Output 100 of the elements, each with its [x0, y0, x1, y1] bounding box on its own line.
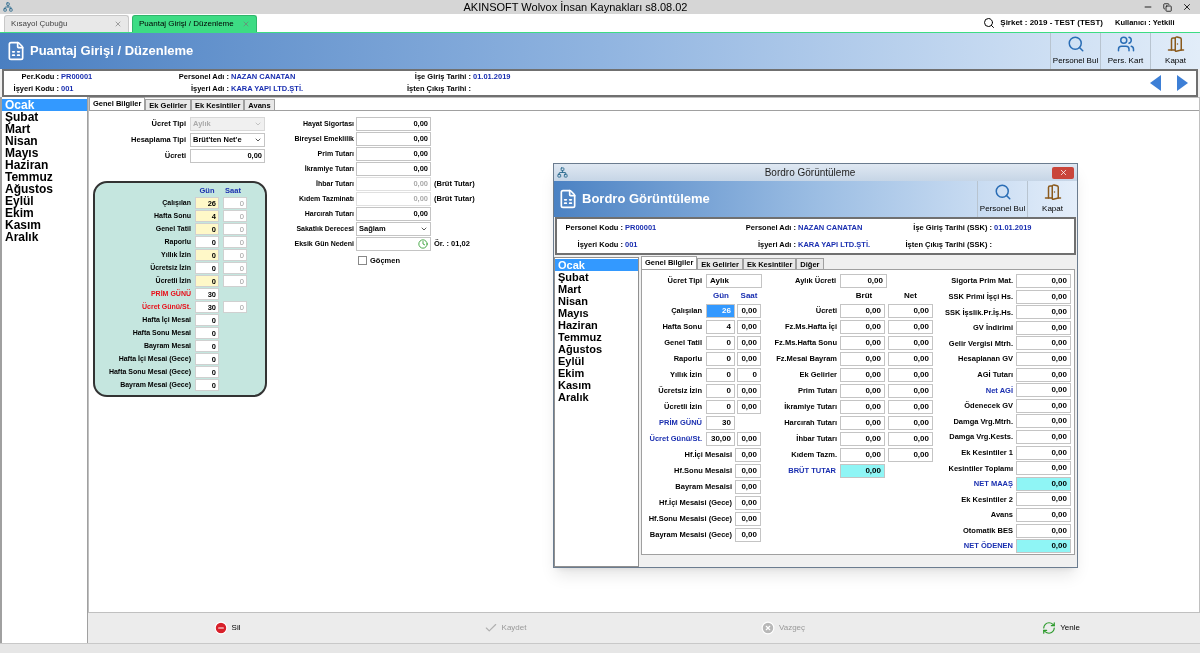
- checkbox[interactable]: [358, 256, 367, 266]
- input-field[interactable]: 0,00: [840, 352, 885, 366]
- action-button[interactable]: Yenle: [1042, 621, 1080, 635]
- month-item[interactable]: Haziran: [555, 319, 638, 331]
- input-field[interactable]: 30: [706, 416, 735, 430]
- input-field[interactable]: 0,00: [735, 496, 761, 510]
- month-item[interactable]: Eylül: [555, 355, 638, 367]
- input-field[interactable]: 0,00: [1016, 383, 1071, 398]
- input-field[interactable]: 0,00: [735, 480, 761, 494]
- month-item[interactable]: Mart: [2, 123, 87, 135]
- input-field[interactable]: 0,00: [1016, 398, 1071, 413]
- input-field[interactable]: 0,00: [840, 400, 885, 414]
- input-field[interactable]: 0,00: [1016, 429, 1071, 444]
- input-field[interactable]: 0,00: [840, 384, 885, 398]
- month-item[interactable]: Ekim: [555, 367, 638, 379]
- input-field[interactable]: 0,00: [1016, 492, 1071, 507]
- input-field[interactable]: 0,00: [1016, 289, 1071, 304]
- input-field[interactable]: 0,00: [888, 432, 933, 446]
- input-field[interactable]: 0,00: [840, 274, 887, 288]
- input-field[interactable]: 0,00: [888, 384, 933, 398]
- input-field[interactable]: 0,00: [840, 416, 885, 430]
- input-field[interactable]: 0,00: [888, 400, 933, 414]
- input-field[interactable]: 0,00: [840, 368, 885, 382]
- input-field[interactable]: 0,00: [840, 464, 885, 478]
- tab[interactable]: Puantaj Girişi / Düzenleme: [132, 15, 257, 32]
- month-item[interactable]: Ağustos: [555, 343, 638, 355]
- input-field[interactable]: 0,00: [735, 464, 761, 478]
- input-field[interactable]: 0: [737, 368, 761, 382]
- input-field[interactable]: 0,00: [737, 320, 761, 334]
- input-field[interactable]: 0,00: [737, 304, 761, 318]
- input-field[interactable]: 0,00: [888, 368, 933, 382]
- input-field[interactable]: 0,00: [888, 448, 933, 462]
- input-field[interactable]: 4: [706, 320, 735, 334]
- restore-icon[interactable]: [1163, 2, 1172, 12]
- input-field[interactable]: 0,00: [1016, 305, 1071, 320]
- month-item[interactable]: Ekim: [2, 207, 87, 219]
- input-field[interactable]: 0,00: [737, 384, 761, 398]
- input-field[interactable]: 0: [706, 400, 735, 414]
- previous-icon[interactable]: [1150, 75, 1162, 91]
- input-field[interactable]: 0,00: [1016, 336, 1071, 351]
- input-field[interactable]: 0,00: [840, 448, 885, 462]
- input-field[interactable]: 0,00: [888, 352, 933, 366]
- close-icon[interactable]: [1182, 2, 1192, 12]
- input-field[interactable]: 0,00: [1016, 320, 1071, 335]
- action-button[interactable]: Sil: [213, 621, 241, 635]
- month-item[interactable]: Nisan: [555, 295, 638, 307]
- input-field[interactable]: 0,00: [888, 336, 933, 350]
- input-field[interactable]: 0,00: [1016, 414, 1071, 429]
- input-field[interactable]: 0,00: [735, 512, 761, 526]
- month-item[interactable]: Temmuz: [555, 331, 638, 343]
- search-icon[interactable]: [983, 17, 996, 29]
- month-item[interactable]: Haziran: [2, 159, 87, 171]
- dialog-heading: Bordro Görüntüleme: [582, 190, 711, 209]
- input-field[interactable]: 0,00: [1016, 461, 1071, 476]
- input-field[interactable]: [356, 237, 431, 251]
- input-field[interactable]: 0,00: [840, 336, 885, 350]
- input-field[interactable]: 0,00: [1016, 274, 1071, 288]
- input-field[interactable]: 0: [706, 384, 735, 398]
- input-field[interactable]: 0,00: [735, 528, 761, 542]
- input-field[interactable]: Aylık: [706, 274, 762, 288]
- input-field[interactable]: 0,00: [1016, 445, 1071, 460]
- input-field[interactable]: 0,00: [840, 320, 885, 334]
- input-field[interactable]: 0,00: [737, 400, 761, 414]
- month-item[interactable]: Mart: [555, 283, 638, 295]
- input-field[interactable]: 0,00: [737, 336, 761, 350]
- month-item[interactable]: Mayıs: [2, 147, 87, 159]
- month-item[interactable]: Temmuz: [2, 171, 87, 183]
- input-field[interactable]: 0,00: [1016, 351, 1071, 366]
- column-header: Brüt: [854, 290, 874, 302]
- month-item[interactable]: Mayıs: [555, 307, 638, 319]
- month-item[interactable]: Kasım: [2, 219, 87, 231]
- month-item[interactable]: Kasım: [555, 379, 638, 391]
- input-field[interactable]: 0,00: [1016, 367, 1071, 382]
- input-field[interactable]: 0,00: [888, 304, 933, 318]
- input-field[interactable]: 0,00: [840, 432, 885, 446]
- input-field[interactable]: 0,00: [888, 320, 933, 334]
- input-field[interactable]: 0,00: [735, 448, 761, 462]
- input-field[interactable]: 0,00: [1016, 476, 1071, 491]
- month-item[interactable]: Şubat: [555, 271, 638, 283]
- input-field[interactable]: 0,00: [737, 432, 761, 446]
- input-field[interactable]: 0,00: [888, 416, 933, 430]
- input-field[interactable]: 0,00: [840, 304, 885, 318]
- input-field[interactable]: 0,00: [1016, 507, 1071, 522]
- input-field[interactable]: 0,00: [1016, 539, 1071, 554]
- month-item[interactable]: Eylül: [2, 195, 87, 207]
- month-item[interactable]: Ağustos: [2, 183, 87, 195]
- month-item[interactable]: Aralık: [555, 391, 638, 403]
- input-field[interactable]: 0: [706, 368, 735, 382]
- month-item[interactable]: Şubat: [2, 111, 87, 123]
- month-item[interactable]: Nisan: [2, 135, 87, 147]
- input-field[interactable]: 0: [706, 336, 735, 350]
- input-field[interactable]: 0,00: [1016, 523, 1071, 538]
- input-field[interactable]: 30,00: [706, 432, 735, 446]
- window-title: Bordro Görüntüleme: [763, 166, 857, 180]
- input-field[interactable]: 0: [706, 352, 735, 366]
- input-field[interactable]: 0,00: [737, 352, 761, 366]
- close-button[interactable]: [1052, 166, 1074, 179]
- month-item[interactable]: Aralık: [2, 231, 87, 243]
- next-icon[interactable]: [1176, 75, 1188, 91]
- tab[interactable]: Kısayol Çubuğu: [4, 15, 129, 32]
